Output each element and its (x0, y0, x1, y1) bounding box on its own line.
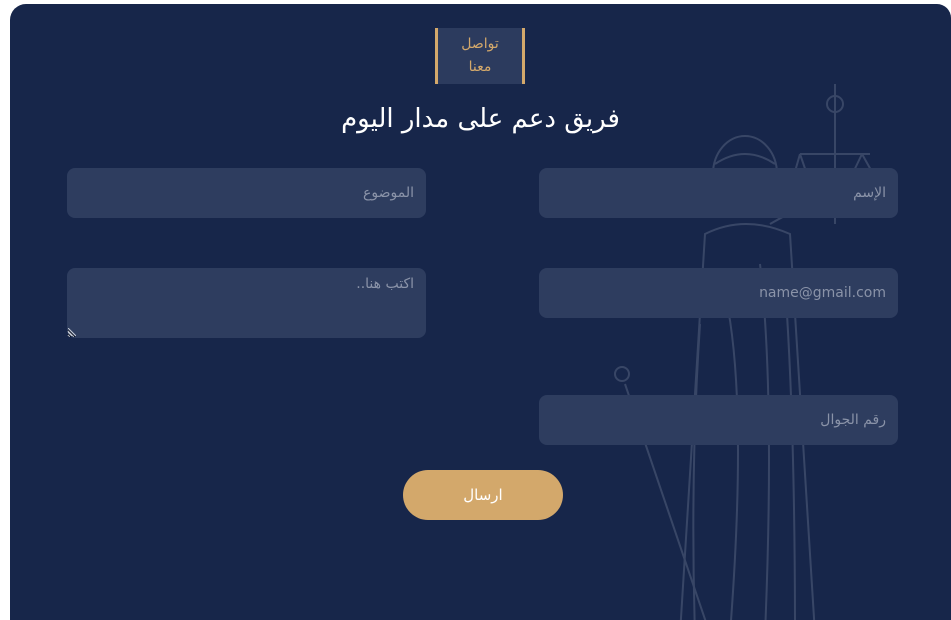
contact-us-badge: تواصل معنا (435, 28, 525, 84)
submit-button[interactable]: ارسال (403, 470, 563, 520)
subject-input[interactable] (67, 168, 426, 218)
message-textarea[interactable] (67, 268, 426, 338)
name-input[interactable] (539, 168, 898, 218)
contact-section: تواصل معنا فريق دعم على مدار اليوم ارسال (10, 4, 951, 620)
phone-input[interactable] (539, 395, 898, 445)
page-title: فريق دعم على مدار اليوم (341, 104, 620, 134)
badge-line-2: معنا (468, 59, 492, 75)
email-input[interactable] (539, 268, 898, 318)
badge-line-1: تواصل (461, 36, 499, 52)
resize-handle-icon[interactable] (68, 328, 76, 336)
lady-justice-statue-icon (609, 84, 879, 620)
